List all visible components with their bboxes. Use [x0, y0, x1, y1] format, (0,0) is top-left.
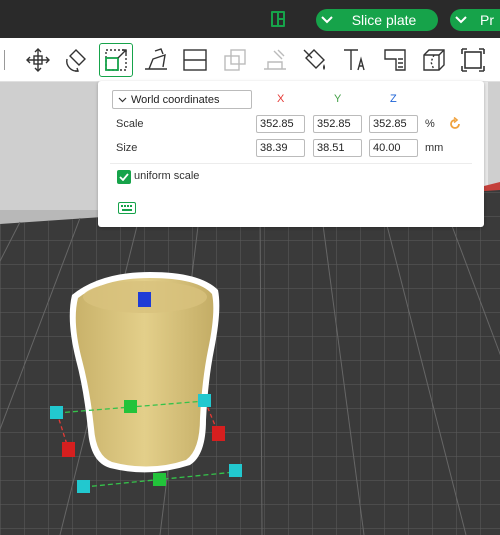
rotate-tool-button[interactable]: [59, 43, 93, 77]
coordinate-system-select[interactable]: World coordinates: [112, 90, 252, 109]
scale-handle-x-left[interactable]: [62, 442, 75, 457]
scale-z-input[interactable]: 352.85: [369, 115, 418, 133]
fit-view-icon: [461, 48, 485, 72]
print-plate-button[interactable]: Pr: [450, 9, 500, 31]
axis-label-z: Z: [390, 93, 397, 105]
size-z-input[interactable]: 40.00: [369, 139, 418, 157]
uniform-scale-label: uniform scale: [134, 170, 200, 182]
scale-handle-x-right[interactable]: [212, 426, 225, 441]
support-painting-tool-button[interactable]: [258, 43, 292, 77]
print-plate-label: Pr: [480, 12, 494, 28]
size-y-input[interactable]: 38.51: [313, 139, 362, 157]
scale-handle-y-front[interactable]: [153, 473, 166, 486]
scale-panel: World coordinates X Y Z Scale 352.85 352…: [98, 81, 484, 227]
split-icon: [183, 49, 207, 71]
lay-on-face-tool-button[interactable]: [139, 43, 173, 77]
color-painting-tool-button[interactable]: [298, 43, 332, 77]
scale-y-input[interactable]: 352.85: [313, 115, 362, 133]
slice-plate-button[interactable]: Slice plate: [316, 9, 438, 31]
scale-x-input[interactable]: 352.85: [256, 115, 305, 133]
text-tool-button[interactable]: [338, 43, 372, 77]
axis-label-x: X: [277, 93, 285, 105]
panel-toggle-icon[interactable]: [271, 11, 285, 27]
plate-grid: [0, 190, 500, 535]
keyboard-icon[interactable]: [118, 202, 136, 214]
chevron-down-icon: [113, 97, 131, 103]
assembly-tool-button[interactable]: [218, 43, 252, 77]
support-painting-icon: [264, 49, 286, 70]
measure-tool-button[interactable]: [378, 43, 412, 77]
toolbar-separator: [4, 50, 5, 70]
scale-icon: [105, 49, 127, 71]
rotate-icon: [66, 49, 86, 72]
scale-corner-handle[interactable]: [50, 406, 63, 419]
scale-unit: %: [425, 118, 435, 130]
split-tool-button[interactable]: [178, 43, 212, 77]
checkmark-icon: [119, 173, 129, 181]
uniform-scale-checkbox[interactable]: [117, 170, 131, 184]
size-label: Size: [116, 142, 138, 154]
scale-handle-z[interactable]: [138, 292, 151, 307]
slice-plate-label: Slice plate: [351, 12, 417, 28]
lay-on-face-icon: [145, 48, 167, 70]
color-painting-icon: [303, 49, 325, 70]
scale-corner-handle[interactable]: [198, 394, 211, 407]
panel-divider: [110, 163, 472, 164]
reset-scale-icon[interactable]: [448, 116, 462, 131]
axis-label-y: Y: [334, 93, 342, 105]
scale-handle-y-back[interactable]: [124, 400, 137, 413]
move-icon: [26, 48, 50, 72]
scale-corner-handle[interactable]: [229, 464, 242, 477]
size-x-input[interactable]: 38.39: [256, 139, 305, 157]
chevron-down-icon[interactable]: [316, 9, 338, 31]
text-icon: [344, 49, 365, 71]
measure-icon: [384, 49, 406, 71]
cut-icon: [423, 49, 445, 71]
coordinate-system-value: World coordinates: [131, 93, 220, 106]
scale-tool-button[interactable]: [99, 43, 133, 77]
scale-label: Scale: [116, 118, 144, 130]
chevron-down-icon[interactable]: [450, 9, 472, 31]
move-tool-button[interactable]: [21, 43, 55, 77]
assembly-icon: [224, 49, 246, 71]
size-unit: mm: [425, 142, 444, 154]
top-bar: Slice plate Pr: [0, 0, 500, 38]
scale-corner-handle[interactable]: [77, 480, 90, 493]
gizmo-toolbar: [0, 38, 500, 82]
fit-view-tool-button[interactable]: [456, 43, 490, 77]
cut-tool-button[interactable]: [417, 43, 451, 77]
